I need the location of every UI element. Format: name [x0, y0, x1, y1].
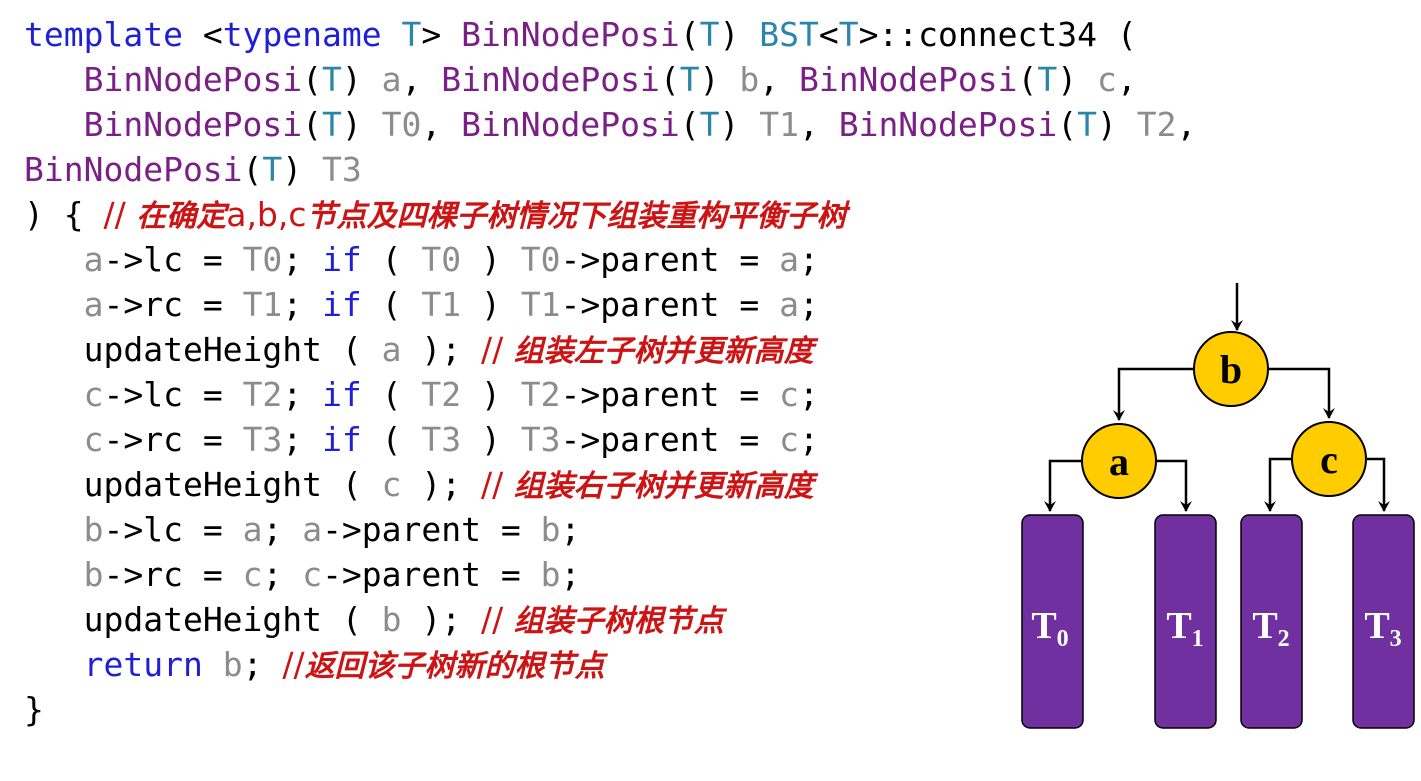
node-a-label: a	[1109, 439, 1129, 484]
subtree-t2-sub: 2	[1278, 626, 1290, 652]
subtree-t2: T2	[1240, 514, 1303, 729]
node-b-label: b	[1220, 347, 1242, 392]
edge-b-to-c	[1268, 367, 1335, 419]
node-a: a	[1081, 423, 1157, 499]
subtree-t1: T1	[1154, 514, 1217, 729]
node-c-label: c	[1320, 437, 1338, 482]
subtree-t0: T0	[1021, 514, 1084, 729]
subtree-t3-main: T	[1364, 605, 1389, 647]
subtree-t0-sub: 0	[1057, 626, 1069, 652]
node-c: c	[1291, 421, 1367, 497]
subtree-t2-main: T	[1252, 605, 1277, 647]
edge-c-to-t2	[1264, 457, 1292, 512]
edge-b-to-a	[1113, 367, 1194, 421]
subtree-t1-main: T	[1166, 605, 1191, 647]
tree-diagram: b a c T0 T1 T2 T3	[1021, 283, 1415, 729]
edge-a-to-t1	[1156, 459, 1192, 512]
node-b: b	[1193, 331, 1269, 407]
edge-a-to-t0	[1044, 459, 1082, 512]
subtree-t3: T3	[1352, 514, 1415, 729]
edge-c-to-t3	[1366, 457, 1390, 512]
subtree-t3-sub: 3	[1390, 626, 1402, 652]
subtree-t1-sub: 1	[1192, 626, 1204, 652]
subtree-t0-main: T	[1031, 605, 1056, 647]
